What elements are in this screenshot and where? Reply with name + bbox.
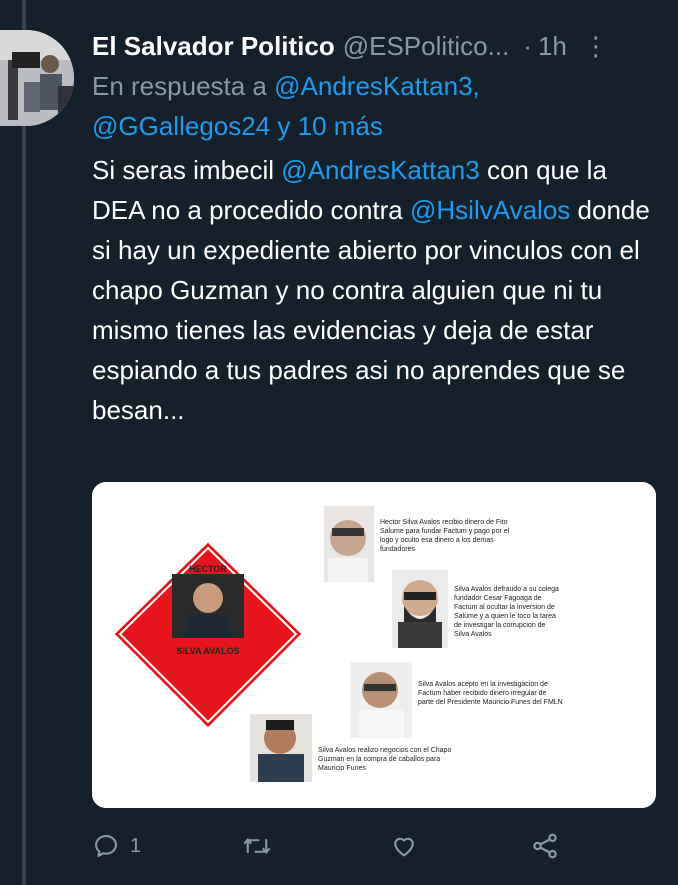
caption-2-line-5: de investigar la corrupcion de	[454, 622, 546, 629]
caption-4-line-3: Mauricio Funes	[318, 765, 366, 772]
retweet-icon	[243, 838, 271, 854]
more-options-icon[interactable]: ⋮	[583, 31, 609, 62]
media-graphic: HECTOR SILVA AVALOS Hector Silva Avalos …	[92, 482, 656, 808]
avatar-image	[0, 30, 74, 126]
caption-2-line-6: Silva Avalos	[454, 631, 492, 638]
share-icon	[533, 833, 557, 859]
reply-more-link[interactable]: y 10 más	[277, 111, 383, 141]
reply-prefix: En respuesta a	[92, 71, 267, 101]
caption-3-line-2: Factum haber recibido dinero irregular d…	[418, 690, 547, 697]
caption-2-line-3: Factum al ocultar la inversion de	[454, 604, 555, 611]
caption-1-line-3: logo y oculto esa dinero a los demas	[380, 537, 494, 544]
tweet-mention-1[interactable]: @AndresKattan3	[281, 155, 479, 185]
caption-2-line-4: Salume y a quien le toco la tarea	[454, 613, 556, 620]
tweet-header: El Salvador Politico @ESPolitico... · 1h…	[92, 26, 660, 66]
photo-person-4	[250, 714, 312, 782]
reply-context: En respuesta a @AndresKattan3, @GGallego…	[92, 66, 660, 146]
author-name[interactable]: El Salvador Politico	[92, 31, 335, 62]
photo-person-1	[324, 506, 374, 582]
caption-2-line-2: fundador Cesar Fagoaga de	[454, 595, 542, 602]
tweet-actions: 1	[92, 826, 562, 866]
tweet-time[interactable]: 1h	[538, 31, 567, 62]
tweet-media-image[interactable]: HECTOR SILVA AVALOS Hector Silva Avalos …	[92, 482, 656, 808]
like-button[interactable]	[390, 832, 530, 860]
caption-4-line-2: Guzman en la compra de caballos para	[318, 756, 440, 763]
photo-person-2	[392, 570, 448, 648]
reply-button[interactable]: 1	[92, 832, 242, 860]
caption-2-line-1: Silva Avalos defraudo a su colega	[454, 586, 559, 593]
caption-1-line-2: Salume para fundar Factum y pago por el	[380, 528, 510, 535]
tweet[interactable]: El Salvador Politico @ESPolitico... · 1h…	[92, 26, 660, 430]
reply-count: 1	[130, 834, 142, 857]
caption-1-line-1: Hector Silva Avalos recibio dinero de Fi…	[380, 519, 508, 526]
retweet-button[interactable]	[242, 832, 390, 860]
caption-3-line-3: parte del Presidente Mauricio Funes del …	[418, 699, 563, 706]
badge-bottom-label: SILVA AVALOS	[176, 646, 239, 656]
caption-4-line-1: Silva Avalos realizo negocios con el Cha…	[318, 747, 451, 754]
share-button[interactable]	[530, 831, 560, 861]
tweet-text: Si seras imbecil @AndresKattan3 con que …	[92, 150, 660, 430]
badge-top-label: HECTOR	[189, 564, 227, 574]
separator-dot: ·	[523, 30, 532, 61]
reply-mention-2[interactable]: @GGallegos24	[92, 111, 270, 141]
author-handle[interactable]: @ESPolitico...	[343, 31, 510, 62]
reply-mention-1[interactable]: @AndresKattan3,	[274, 71, 480, 101]
tweet-text-part-1: Si seras imbecil	[92, 155, 275, 185]
photo-person-3	[350, 662, 412, 738]
tweet-text-part-3: donde si hay un expediente abierto por v…	[92, 195, 650, 425]
caption-3-line-1: Silva Avalos acepto en la investigacion …	[418, 681, 548, 688]
tweet-mention-2[interactable]: @HsilvAvalos	[410, 195, 570, 225]
caption-1-line-4: fundadores	[380, 546, 416, 553]
avatar[interactable]	[0, 30, 74, 126]
like-icon	[394, 837, 414, 857]
caption-3: Silva Avalos acepto en la investigacion …	[418, 681, 563, 706]
reply-icon	[95, 835, 117, 857]
thread-line	[22, 0, 26, 885]
